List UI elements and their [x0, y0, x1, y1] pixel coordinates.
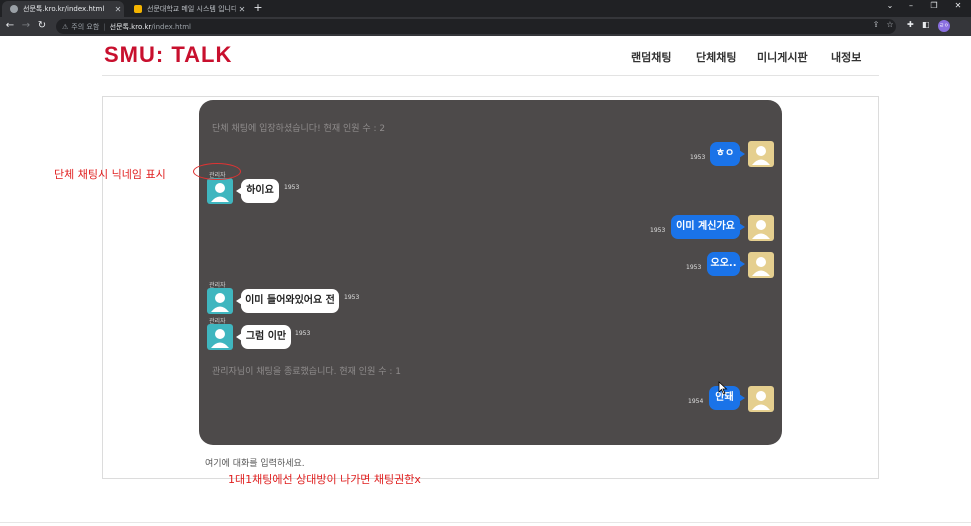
user-avatar-icon — [748, 141, 774, 167]
browser-tabstrip: 선문톡.kro.kr/index.html ✕ 선문대학교 메일 시스템 입니다… — [0, 0, 971, 17]
message-time: 1954 — [688, 398, 704, 405]
message-time: 1953 — [344, 294, 360, 301]
share-icon[interactable]: ⇪ — [870, 20, 882, 29]
security-label: 주의 요함 — [71, 22, 100, 31]
tab-title: 선문톡.kro.kr/index.html — [23, 5, 105, 13]
message-time: 1953 — [650, 227, 666, 234]
close-tab-icon[interactable]: ✕ — [236, 5, 248, 14]
site-header: SMU: TALK 랜덤채팅 단체채팅 미니게시판 내정보 — [102, 36, 879, 76]
message-time: 1953 — [686, 264, 702, 271]
browser-toolbar: ← → ↻ ⚠ 주의 요함 | 선문톡.kro.kr /index.html ⇪… — [0, 17, 971, 36]
other-message-bubble: 하이요 — [236, 179, 279, 203]
system-message: 관리자님이 채팅을 종료했습니다. 현재 인원 수 : 1 — [212, 367, 401, 377]
browser-tab[interactable]: 선문대학교 메일 시스템 입니다. ✕ — [126, 1, 248, 17]
minimize-icon[interactable]: – — [902, 1, 920, 10]
nav-mini-board[interactable]: 미니게시판 — [757, 49, 808, 65]
nickname-annotation: 단체 채팅시 닉네임 표시 — [54, 168, 166, 181]
browser-tab-active[interactable]: 선문톡.kro.kr/index.html ✕ — [2, 1, 124, 17]
one-to-one-annotation: 1대1채팅에선 상대방이 나가면 채팅권한x — [228, 473, 421, 486]
user-avatar-icon — [748, 215, 774, 241]
chat-window[interactable]: 단체 채팅에 입장하셨습니다! 현재 인원 수 : 2 1953 ㅎㅇ 관리자 … — [199, 100, 782, 445]
nav-group-chat[interactable]: 단체채팅 — [696, 49, 736, 65]
favicon-icon — [134, 5, 142, 13]
profile-avatar[interactable]: ㄹㅇ — [938, 20, 950, 32]
user-avatar-icon — [207, 288, 233, 314]
side-panel-icon[interactable]: ◧ — [922, 20, 930, 29]
message-time: 1953 — [690, 154, 706, 161]
new-tab-button[interactable]: + — [252, 1, 264, 14]
tab-title: 선문대학교 메일 시스템 입니다. — [147, 5, 236, 13]
annotation-circle — [193, 163, 241, 180]
warning-icon: ⚠ — [62, 22, 69, 31]
tab-search-icon[interactable]: ⌄ — [881, 1, 899, 10]
forward-icon[interactable]: → — [20, 19, 32, 33]
nav-random-chat[interactable]: 랜덤채팅 — [631, 49, 671, 65]
close-window-icon[interactable]: ✕ — [949, 1, 967, 10]
my-message-bubble: 오오.. — [707, 252, 745, 276]
address-path: /index.html — [151, 22, 191, 31]
user-avatar-icon — [748, 252, 774, 278]
divider: | — [103, 22, 106, 31]
address-host: 선문톡.kro.kr — [109, 22, 152, 31]
message-time: 1953 — [284, 184, 300, 191]
user-avatar-icon — [207, 178, 233, 204]
my-message-bubble: ㅎㅇ — [710, 142, 745, 166]
maximize-icon[interactable]: ❐ — [925, 1, 943, 10]
my-message-bubble: 이미 계신가요 — [671, 215, 745, 239]
system-message: 단체 채팅에 입장하셨습니다! 현재 인원 수 : 2 — [212, 124, 386, 134]
message-time: 1953 — [295, 330, 311, 337]
other-message-bubble: 이미 들어와있어요 전 — [236, 289, 339, 313]
close-tab-icon[interactable]: ✕ — [112, 5, 124, 14]
extensions-icon[interactable]: ✚ — [907, 20, 914, 29]
address-bar[interactable]: ⚠ 주의 요함 | 선문톡.kro.kr /index.html — [56, 19, 896, 34]
user-avatar-icon — [748, 386, 774, 412]
back-icon[interactable]: ← — [4, 19, 16, 33]
divider — [0, 522, 971, 523]
chat-input[interactable]: 여기에 대화를 입력하세요. — [205, 456, 305, 469]
mouse-pointer-icon — [718, 380, 728, 399]
reload-icon[interactable]: ↻ — [36, 19, 48, 33]
nav-my-info[interactable]: 내정보 — [831, 49, 861, 65]
other-message-bubble: 그럼 이만 — [236, 325, 291, 349]
user-avatar-icon — [207, 324, 233, 350]
globe-icon — [10, 5, 18, 13]
site-logo[interactable]: SMU: TALK — [104, 42, 232, 68]
bookmark-star-icon[interactable]: ☆ — [884, 20, 896, 29]
